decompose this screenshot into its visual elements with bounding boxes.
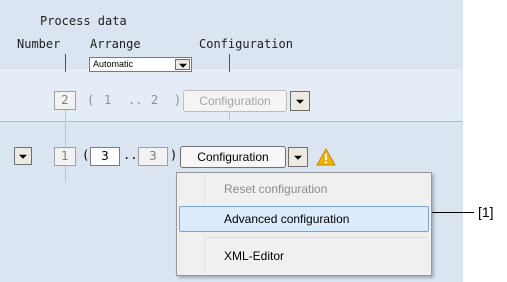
row1-range-max: 2 — [151, 93, 159, 107]
row2-configuration-button[interactable]: Configuration — [180, 146, 286, 168]
menu-separator — [207, 237, 427, 238]
arrange-select-value: Automatic — [93, 59, 134, 69]
row2-range-open: ( — [82, 148, 90, 162]
chevron-down-icon — [296, 99, 304, 104]
arrange-column-header: Arrange — [90, 37, 141, 51]
row1-range-close: ) — [174, 93, 182, 107]
menu-item-label: Reset configuration — [224, 182, 328, 196]
row1-configuration-button[interactable]: Configuration — [183, 90, 287, 112]
row2-arrange-dropdown[interactable] — [14, 147, 32, 165]
chevron-down-icon — [19, 154, 27, 159]
row1-number-field[interactable]: 2 — [54, 91, 76, 110]
chevron-down-icon — [294, 155, 302, 160]
configuration-column-connector — [229, 54, 230, 72]
row2-range-sep: .. — [123, 148, 138, 162]
callout-label: [1] — [478, 204, 494, 220]
chevron-down-icon[interactable] — [175, 59, 190, 70]
row1-range-min: 1 — [104, 93, 112, 107]
row1-range-open: ( — [87, 93, 95, 107]
arrange-select[interactable]: Automatic — [89, 57, 192, 72]
row2-range-close: ) — [170, 148, 178, 162]
row1-configuration-dropdown[interactable] — [290, 91, 310, 111]
warning-icon — [316, 148, 336, 166]
configuration-context-menu: Reset configuration Advanced configurati… — [176, 172, 432, 276]
callout-line — [432, 212, 474, 213]
number-column-header: Number — [17, 37, 61, 51]
number-column-connector — [65, 54, 66, 72]
row2-range-min-field[interactable]: 3 — [90, 147, 120, 166]
row1-range-sep: .. — [128, 93, 143, 107]
process-data-header: Process data — [40, 14, 127, 28]
header-band — [0, 0, 463, 69]
menu-item-label: XML-Editor — [224, 249, 285, 263]
menu-item-label: Advanced configuration — [224, 212, 350, 226]
menu-item-reset-configuration[interactable]: Reset configuration — [179, 176, 429, 202]
menu-item-advanced-configuration[interactable]: Advanced configuration — [179, 206, 429, 232]
number-column-guide — [65, 108, 66, 183]
menu-item-xml-editor[interactable]: XML-Editor — [179, 243, 429, 269]
configuration-column-header: Configuration — [199, 37, 293, 51]
row2-configuration-dropdown[interactable] — [288, 147, 308, 167]
row2-number-field[interactable]: 1 — [54, 147, 76, 166]
row2-range-max-field[interactable]: 3 — [138, 147, 168, 166]
